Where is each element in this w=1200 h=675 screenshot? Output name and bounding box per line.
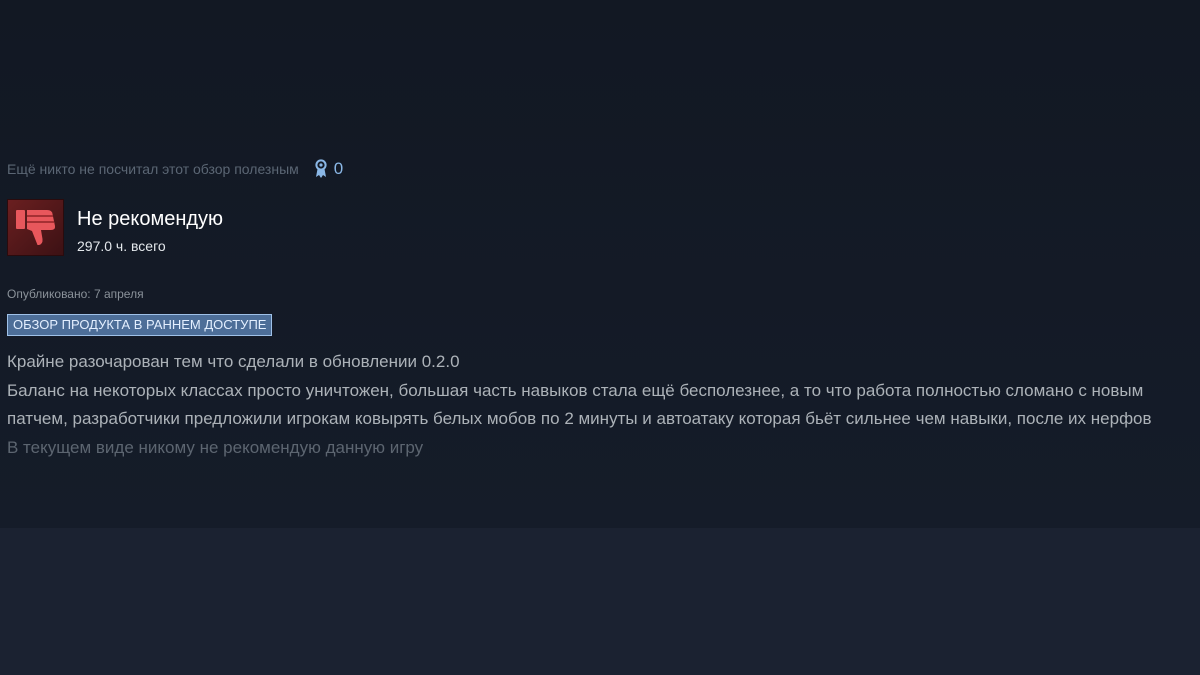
- award-ribbon-icon[interactable]: [314, 159, 328, 179]
- review-body: Крайне разочарован тем что сделали в обн…: [7, 348, 1192, 462]
- published-date: Опубликовано: 7 апреля: [7, 287, 144, 301]
- early-access-badge: ОБЗОР ПРОДУКТА В РАННЕМ ДОСТУПЕ: [7, 314, 273, 336]
- award-count[interactable]: 0: [334, 159, 343, 179]
- review-line-faded: В текущем виде никому не рекомендую данн…: [7, 437, 424, 457]
- helpful-row: Ещё никто не посчитал этот обзор полезны…: [7, 158, 343, 180]
- thumbs-down-icon: [16, 210, 56, 245]
- hours-played: 297.0 ч. всего: [77, 238, 166, 254]
- verdict-thumb-box: [7, 199, 64, 256]
- verdict-title[interactable]: Не рекомендую: [77, 208, 223, 231]
- helpful-text: Ещё никто не посчитал этот обзор полезны…: [7, 161, 299, 177]
- review-line: Баланс на некоторых классах просто уничт…: [7, 380, 1152, 429]
- page-background-lower: [0, 528, 1200, 675]
- review-line: Крайне разочарован тем что сделали в обн…: [7, 352, 460, 371]
